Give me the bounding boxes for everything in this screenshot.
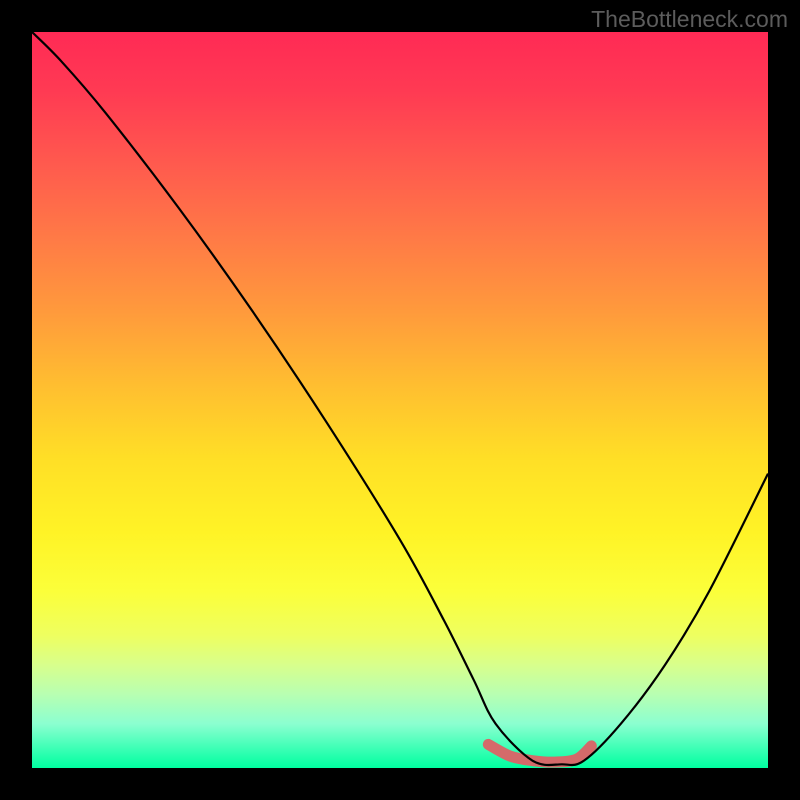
chart-svg — [32, 32, 768, 768]
bottleneck-curve — [32, 32, 768, 765]
highlight-segment — [488, 744, 591, 762]
chart-frame — [32, 32, 768, 768]
watermark-text: TheBottleneck.com — [591, 6, 788, 33]
